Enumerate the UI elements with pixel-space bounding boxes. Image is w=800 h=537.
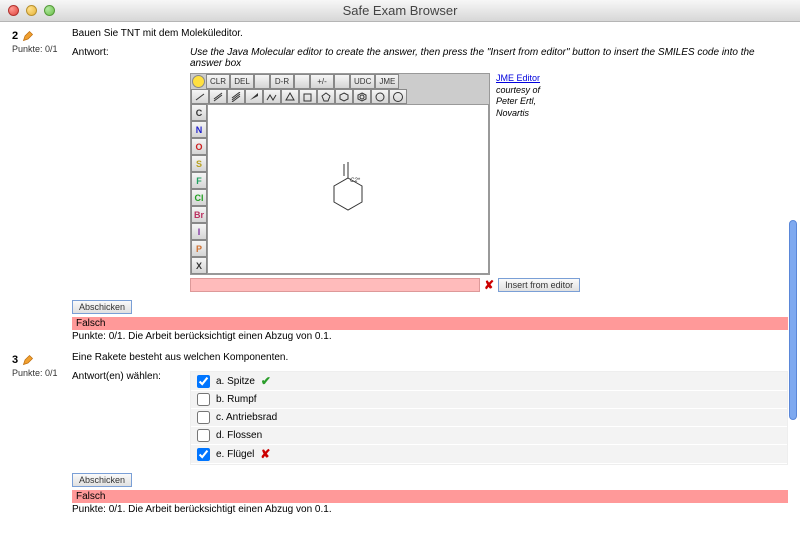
scrollbar[interactable] — [787, 60, 799, 480]
bond-double-icon[interactable] — [209, 89, 227, 104]
clr-button[interactable]: CLR — [206, 74, 230, 89]
atom-c-button[interactable]: C — [191, 104, 207, 121]
window-title: Safe Exam Browser — [0, 3, 800, 18]
choice-list: a. Spitze ✔ b. Rumpf c. Antriebsrad d. Floss… — [190, 371, 788, 465]
submit-button[interactable]: Abschicken — [72, 473, 132, 487]
atom-o-button[interactable]: O — [191, 138, 207, 155]
question-prompt: Bauen Sie TNT mit dem Moleküleditor. — [72, 28, 788, 39]
ring3-icon[interactable] — [281, 89, 299, 104]
atom-br-button[interactable]: Br — [191, 206, 207, 223]
molecule-drawing: C2* — [328, 160, 368, 220]
choice-row: c. Antriebsrad — [191, 409, 787, 427]
choice-checkbox[interactable] — [197, 448, 210, 461]
editor-credit: JME Editor courtesy of Peter Ertl, Novar… — [496, 73, 540, 120]
chain-icon[interactable] — [263, 89, 281, 104]
atom-s-button[interactable]: S — [191, 155, 207, 172]
scrollbar-thumb[interactable] — [789, 220, 797, 420]
smiles-input[interactable] — [190, 278, 480, 292]
dr-button[interactable]: D-R — [270, 74, 294, 89]
ring6-icon[interactable] — [335, 89, 353, 104]
choice-checkbox[interactable] — [197, 429, 210, 442]
ring7-icon[interactable] — [371, 89, 389, 104]
atom-p-button[interactable]: P — [191, 240, 207, 257]
editor-instruction: Use the Java Molecular editor to create … — [190, 47, 788, 69]
points-label: Punkte: 0/1 — [12, 368, 72, 378]
submit-button[interactable]: Abschicken — [72, 300, 132, 314]
feedback-status: Falsch — [72, 490, 788, 503]
jme-editor: CLR DEL D-R +/- UDC JME — [190, 73, 490, 275]
choice-checkbox[interactable] — [197, 411, 210, 424]
blank-button-2[interactable] — [294, 74, 310, 89]
smiley-icon[interactable] — [192, 75, 205, 88]
choice-label: a. Spitze — [216, 376, 255, 387]
question-2: 2 Punkte: 0/1 Bauen Sie TNT mit dem Mole… — [12, 28, 788, 342]
feedback-text: Punkte: 0/1. Die Arbeit berücksichtigt e… — [72, 504, 788, 515]
window-titlebar: Safe Exam Browser — [0, 0, 800, 22]
choice-row: e. Flügel ✘ — [191, 445, 787, 464]
blank-button-3[interactable] — [334, 74, 350, 89]
choice-checkbox[interactable] — [197, 375, 210, 388]
choice-checkbox[interactable] — [197, 393, 210, 406]
atom-x-button[interactable]: X — [191, 257, 207, 274]
benzene-icon[interactable] — [353, 89, 371, 104]
jme-link[interactable]: JME Editor — [496, 73, 540, 83]
ring5-icon[interactable] — [317, 89, 335, 104]
atom-cl-button[interactable]: Cl — [191, 189, 207, 206]
question-3: 3 Punkte: 0/1 Eine Rakete besteht aus we… — [12, 352, 788, 515]
charge-button[interactable]: +/- — [310, 74, 334, 89]
question-number: 3 — [12, 354, 18, 366]
bond-triple-icon[interactable] — [227, 89, 245, 104]
choice-label: d. Flossen — [216, 430, 262, 441]
svg-text:C2*: C2* — [350, 178, 361, 184]
wrong-icon: ✘ — [260, 447, 270, 461]
bond-wedge-icon[interactable] — [245, 89, 263, 104]
choice-label: e. Flügel — [216, 449, 254, 460]
feedback-status: Falsch — [72, 317, 788, 330]
del-button[interactable]: DEL — [230, 74, 254, 89]
choice-label: c. Antriebsrad — [216, 412, 277, 423]
ring8-icon[interactable] — [389, 89, 407, 104]
feedback-text: Punkte: 0/1. Die Arbeit berücksichtigt e… — [72, 331, 788, 342]
choice-row: b. Rumpf — [191, 391, 787, 409]
atom-n-button[interactable]: N — [191, 121, 207, 138]
check-icon: ✔ — [261, 374, 271, 388]
atom-f-button[interactable]: F — [191, 172, 207, 189]
ring4-icon[interactable] — [299, 89, 317, 104]
udc-button[interactable]: UDC — [350, 74, 375, 89]
choice-row: a. Spitze ✔ — [191, 372, 787, 391]
points-label: Punkte: 0/1 — [12, 44, 72, 54]
choice-row: d. Flossen — [191, 427, 787, 445]
question-number: 2 — [12, 30, 18, 42]
pencil-icon — [22, 30, 34, 42]
atom-i-button[interactable]: I — [191, 223, 207, 240]
jme-button[interactable]: JME — [375, 74, 399, 89]
choice-label: b. Rumpf — [216, 394, 257, 405]
insert-from-editor-button[interactable]: Insert from editor — [498, 278, 580, 292]
question-prompt: Eine Rakete besteht aus welchen Komponen… — [72, 352, 788, 363]
bond-single-icon[interactable] — [191, 89, 209, 104]
choose-label: Antwort(en) wählen: — [72, 371, 190, 461]
editor-canvas[interactable]: C2* — [207, 104, 489, 274]
blank-button[interactable] — [254, 74, 270, 89]
answer-label: Antwort: — [72, 47, 190, 288]
wrong-icon: ✘ — [484, 278, 494, 292]
pencil-icon — [22, 354, 34, 366]
